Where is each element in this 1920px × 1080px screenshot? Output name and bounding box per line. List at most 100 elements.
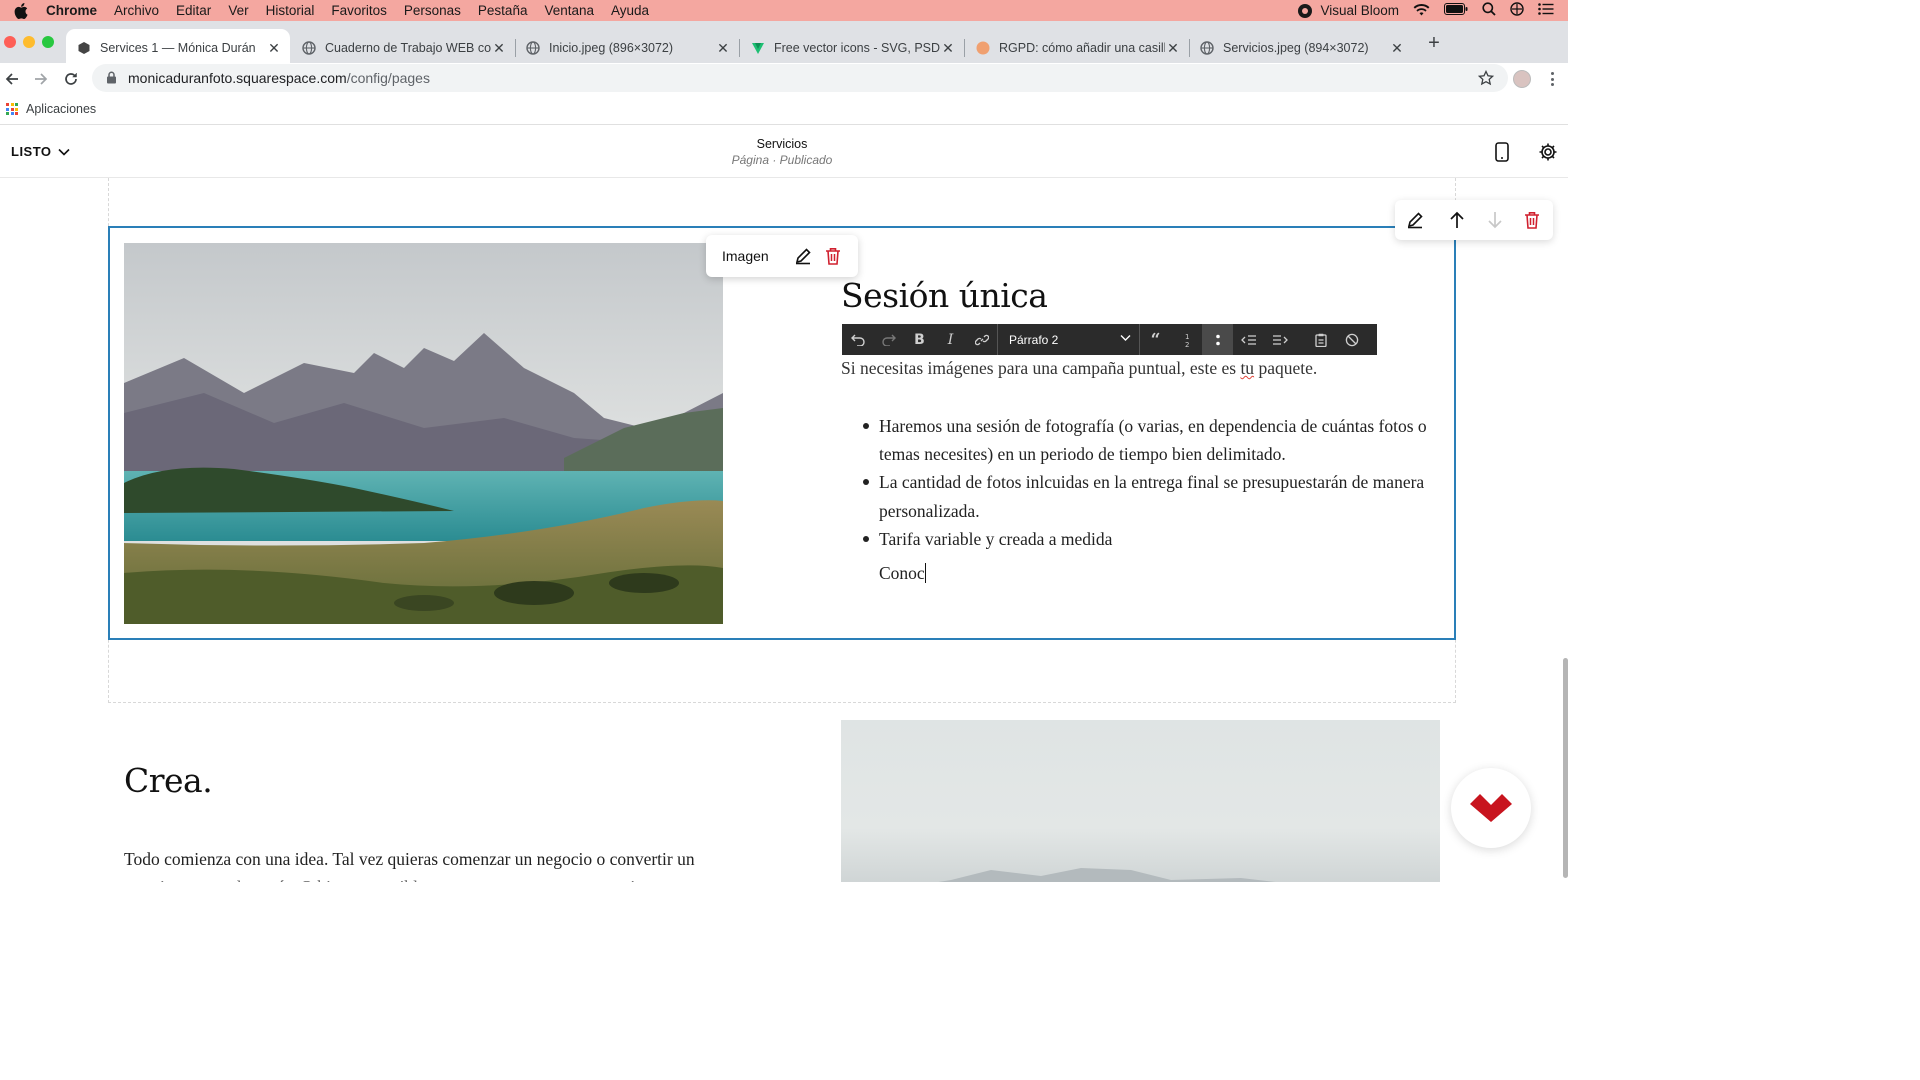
tab-title: RGPD: cómo añadir una casilla [999, 41, 1165, 55]
intro-text-after: paquete. [1254, 358, 1318, 378]
tab-close-icon[interactable]: ✕ [1389, 40, 1405, 57]
numbered-list-icon[interactable]: 12 [1171, 324, 1202, 355]
bulleted-list-icon[interactable] [1202, 324, 1233, 355]
status-app-name[interactable]: Visual Bloom [1320, 3, 1399, 18]
window-zoom-button[interactable] [42, 36, 54, 48]
tab-services[interactable]: Services 1 — Mónica Durán ✕ [66, 29, 290, 67]
new-tab-plus-icon[interactable]: + [1424, 33, 1444, 53]
image-block-toolbar: Imagen [706, 235, 858, 277]
notification-center-icon[interactable] [1538, 3, 1554, 18]
tab-inicio-jpeg[interactable]: Inicio.jpeg (896×3072) ✕ [515, 29, 740, 67]
window-close-button[interactable] [4, 36, 16, 48]
second-section-image[interactable] [841, 720, 1440, 882]
indent-icon[interactable] [1264, 324, 1295, 355]
tab-free-vector-icons[interactable]: Free vector icons - SVG, PSD, I ✕ [740, 29, 965, 67]
service-bullet-list[interactable]: Haremos una sesión de fotografía (o vari… [861, 412, 1431, 553]
menu-editar[interactable]: Editar [176, 3, 211, 18]
edit-section-pencil-icon[interactable] [1404, 209, 1426, 231]
paragraph-style-dropdown[interactable]: Párrafo 2 [998, 324, 1139, 355]
chrome-menu-icon[interactable] [1547, 70, 1557, 88]
typing-paragraph[interactable]: Conoc [879, 563, 927, 584]
section-heading[interactable]: Sesión única [841, 276, 1048, 315]
apps-bookmark-label[interactable]: Aplicaciones [26, 102, 96, 116]
wifi-icon[interactable] [1413, 3, 1430, 19]
tab-close-icon[interactable]: ✕ [1165, 40, 1181, 57]
menu-historial[interactable]: Historial [266, 3, 315, 18]
image-block-label: Imagen [722, 248, 769, 264]
apps-grid-icon[interactable] [6, 103, 18, 115]
spotlight-search-icon[interactable] [1482, 2, 1496, 19]
page-status: Página · Publicado [731, 153, 833, 167]
profile-avatar[interactable] [1513, 70, 1531, 88]
rich-text-toolbar: B I Párrafo 2 “ 12 [842, 324, 1377, 355]
apple-icon[interactable] [14, 2, 30, 19]
globe-icon [301, 41, 316, 56]
body-line: Todo comienza con una idea. Tal vez quie… [124, 849, 695, 869]
lock-icon[interactable] [106, 71, 118, 85]
menu-ver[interactable]: Ver [228, 3, 248, 18]
siri-icon[interactable] [1510, 2, 1524, 19]
edit-pencil-icon[interactable] [792, 245, 814, 267]
battery-icon[interactable] [1444, 3, 1468, 18]
bold-icon[interactable]: B [904, 324, 935, 355]
tab-cuaderno[interactable]: Cuaderno de Trabajo WEB com ✕ [291, 29, 516, 67]
page-scrollbar[interactable] [1563, 658, 1568, 878]
typed-text: Conoc [879, 563, 925, 583]
bookmark-star-icon[interactable] [1477, 69, 1495, 86]
undo-icon[interactable] [842, 324, 873, 355]
brand-logo-badge[interactable] [1451, 768, 1531, 848]
menu-ventana[interactable]: Ventana [544, 3, 594, 18]
menu-ayuda[interactable]: Ayuda [611, 3, 649, 18]
italic-icon[interactable]: I [935, 324, 966, 355]
next-section-body[interactable]: Todo comienza con una idea. Tal vez quie… [124, 845, 724, 882]
address-bar[interactable]: monicaduranfoto.squarespace.com/config/p… [92, 64, 1508, 92]
delete-trash-icon[interactable] [822, 245, 844, 267]
misty-sky-image [938, 868, 1361, 882]
paste-clipboard-icon[interactable] [1305, 324, 1336, 355]
landscape-image[interactable] [124, 243, 723, 624]
reload-icon[interactable] [61, 69, 81, 89]
svg-text:2: 2 [1185, 341, 1189, 348]
tab-title: Services 1 — Mónica Durán [100, 41, 256, 55]
link-icon[interactable] [966, 324, 997, 355]
record-icon[interactable] [1298, 3, 1313, 18]
redo-icon[interactable] [873, 324, 904, 355]
browser-toolbar: monicaduranfoto.squarespace.com/config/p… [0, 63, 1568, 94]
chevron-down-icon [1120, 335, 1131, 341]
red-heart-logo-icon [1470, 794, 1512, 822]
globe-icon [1199, 41, 1214, 56]
forward-arrow-icon[interactable] [31, 69, 51, 89]
outdent-icon[interactable] [1233, 324, 1264, 355]
intro-paragraph[interactable]: Si necesitas imágenes para una campaña p… [841, 358, 1317, 379]
delete-section-trash-icon[interactable] [1521, 209, 1543, 231]
quote-icon[interactable]: “ [1140, 324, 1171, 355]
back-arrow-icon[interactable] [2, 69, 22, 89]
vector-site-favicon-icon [750, 41, 765, 56]
move-up-arrow-icon[interactable] [1446, 209, 1468, 231]
settings-gear-icon[interactable] [1537, 141, 1559, 163]
menu-app-name[interactable]: Chrome [46, 3, 97, 18]
section-toolbar [1395, 200, 1553, 240]
text-caret [924, 563, 927, 583]
move-down-arrow-icon[interactable] [1484, 209, 1506, 231]
next-section-heading[interactable]: Crea. [124, 761, 213, 800]
tab-title: Inicio.jpeg (896×3072) [549, 41, 674, 55]
menu-pestana[interactable]: Pestaña [478, 3, 528, 18]
tab-close-icon[interactable]: ✕ [715, 40, 731, 57]
tab-rgpd[interactable]: RGPD: cómo añadir una casilla ✕ [965, 29, 1190, 67]
tab-close-icon[interactable]: ✕ [940, 40, 956, 57]
lake-mountains-image [124, 243, 723, 624]
url-path: /config/pages [346, 70, 430, 86]
mobile-preview-icon[interactable] [1491, 141, 1513, 163]
tab-close-icon[interactable]: ✕ [491, 40, 507, 57]
clear-formatting-icon[interactable] [1336, 324, 1367, 355]
tab-strip: Services 1 — Mónica Durán ✕ Cuaderno de … [0, 21, 1568, 67]
menu-personas[interactable]: Personas [404, 3, 461, 18]
tab-servicios-jpeg[interactable]: Servicios.jpeg (894×3072) ✕ [1189, 29, 1413, 67]
bookmarks-bar: Aplicaciones [0, 94, 1568, 125]
tab-close-icon[interactable]: ✕ [266, 40, 282, 57]
menu-archivo[interactable]: Archivo [114, 3, 159, 18]
url-host: monicaduranfoto.squarespace.com [128, 70, 347, 86]
window-minimize-button[interactable] [23, 36, 35, 48]
menu-favoritos[interactable]: Favoritos [331, 3, 387, 18]
